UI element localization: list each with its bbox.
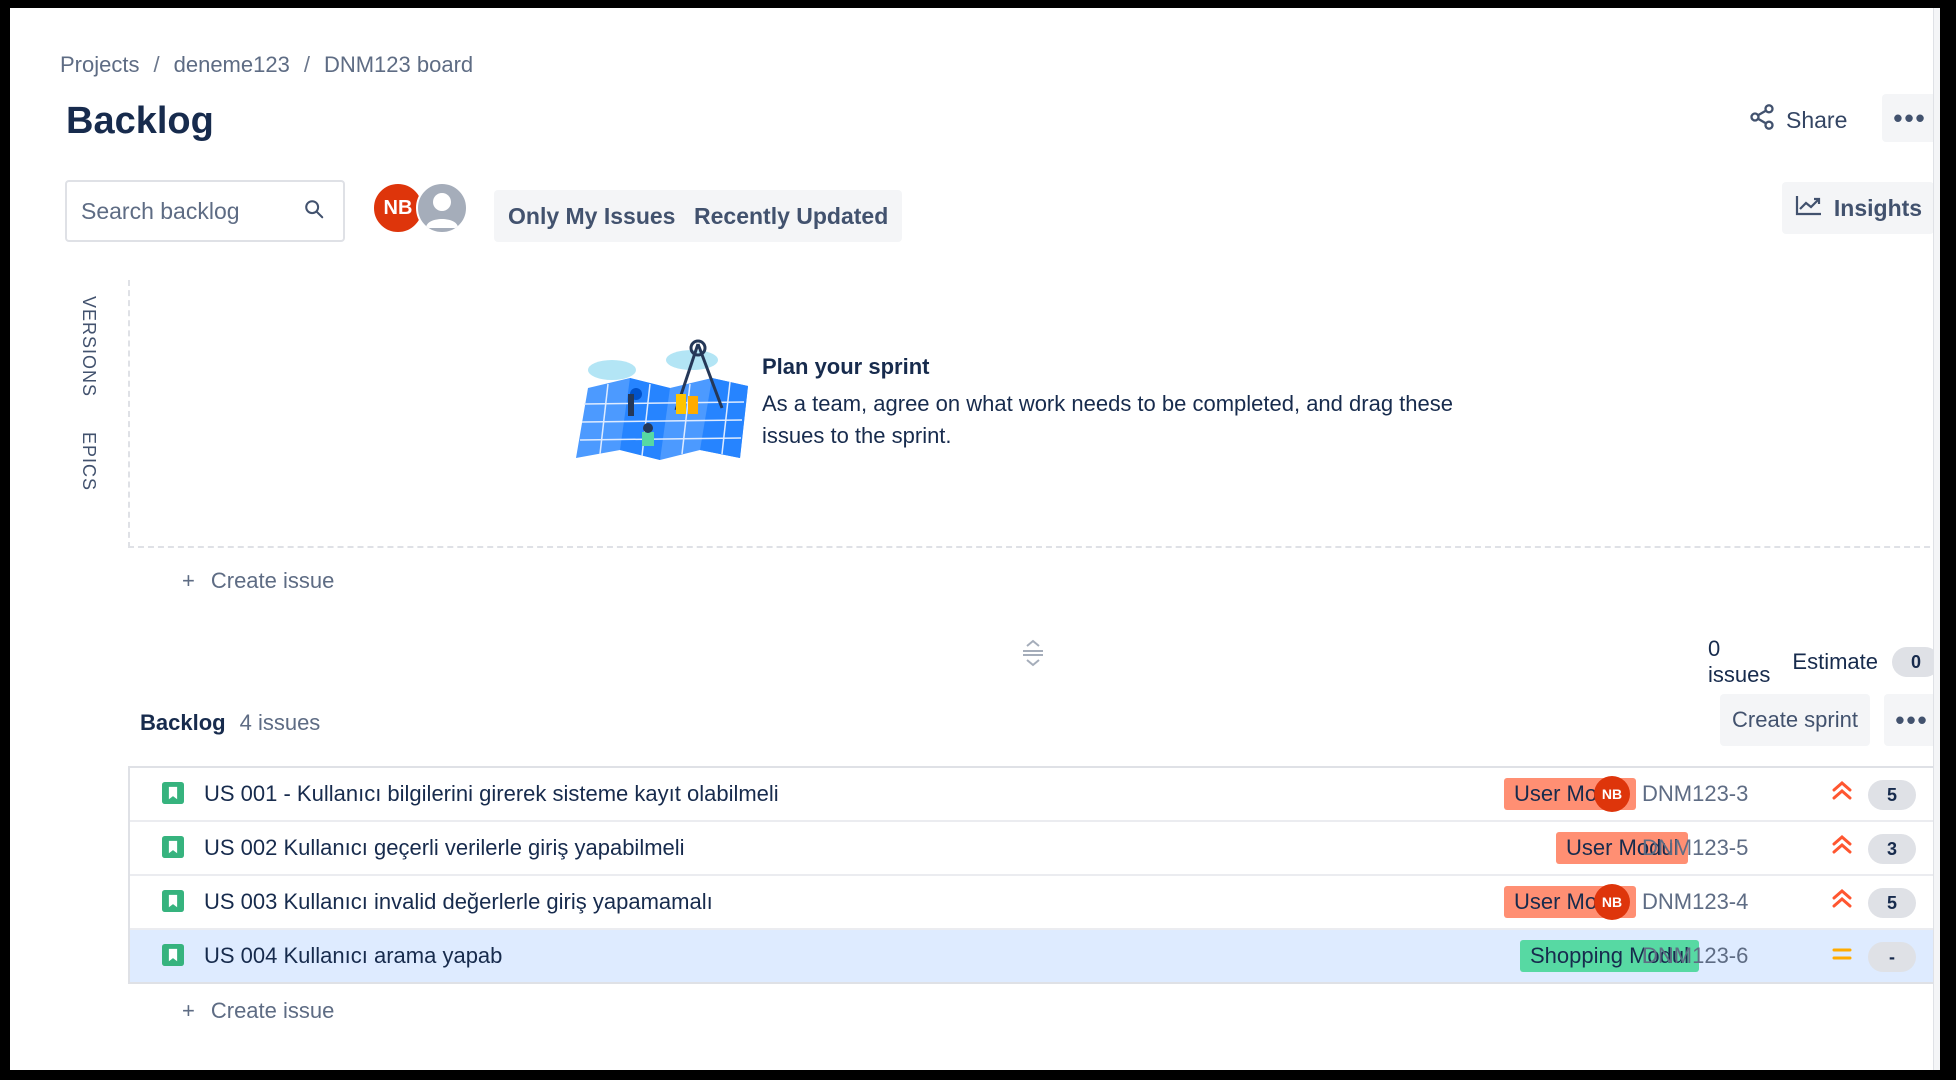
estimate-badge: 5 [1868, 888, 1916, 918]
story-icon [162, 836, 184, 858]
issue-key[interactable]: DNM123-5 [1642, 835, 1748, 861]
estimate-badge: 3 [1868, 834, 1916, 864]
plan-sprint-illustration [572, 334, 752, 466]
create-issue-label: Create issue [210, 568, 335, 593]
insights-label: Insights [1833, 194, 1923, 221]
backlog-create-issue-button[interactable]: + Create issue [182, 998, 334, 1024]
estimate-badge: 5 [1868, 780, 1916, 810]
assignee-avatar[interactable]: NB [1594, 884, 1630, 920]
backlog-issue-count: 4 issues [239, 710, 321, 735]
issue-key[interactable]: DNM123-6 [1642, 943, 1748, 969]
issue-key[interactable]: DNM123-3 [1642, 781, 1748, 807]
breadcrumb: Projects / deneme123 / DNM123 board [60, 52, 473, 78]
search-box [65, 180, 345, 242]
resize-handle-icon[interactable] [1020, 638, 1046, 675]
table-row[interactable]: US 002 Kullanıcı geçerli verilerle giriş… [130, 822, 1940, 876]
backlog-more-button[interactable]: ••• [1884, 694, 1940, 746]
table-row[interactable]: US 003 Kullanıcı invalid değerlerle giri… [130, 876, 1940, 930]
scrollbar[interactable] [1933, 8, 1940, 1070]
more-actions-button[interactable]: ••• [1882, 94, 1938, 142]
create-sprint-button[interactable]: Create sprint [1720, 694, 1870, 746]
chart-line-icon [1794, 193, 1824, 223]
breadcrumb-separator: / [153, 52, 160, 77]
jira-backlog-page: Projects / deneme123 / DNM123 board Back… [10, 8, 1940, 1070]
unassigned-avatar-filter[interactable] [416, 182, 468, 234]
page-title: Backlog [66, 100, 214, 142]
sprint-stats: 0 issues Estimate 0 [1708, 636, 1940, 688]
backlog-title: Backlog [140, 710, 226, 735]
table-row[interactable]: US 004 Kullanıcı arama yapab Shopping Mo… [130, 930, 1940, 982]
share-button[interactable]: Share [1748, 100, 1847, 140]
issue-key[interactable]: DNM123-4 [1642, 889, 1748, 915]
priority-medium-icon [1832, 948, 1852, 960]
backlog-header: Backlog 4 issues [140, 710, 320, 736]
sprint-estimate-label: Estimate [1792, 649, 1878, 674]
plan-sprint-title: Plan your sprint [762, 354, 930, 379]
insights-button[interactable]: Insights [1782, 182, 1934, 234]
share-icon [1748, 103, 1776, 137]
breadcrumb-separator: / [303, 52, 310, 77]
priority-high-icon [1832, 835, 1852, 854]
story-icon [162, 782, 184, 804]
breadcrumb-project[interactable]: deneme123 [174, 52, 290, 78]
backlog-issue-list: US 001 - Kullanıcı bilgilerini girerek s… [128, 766, 1940, 984]
priority-high-icon [1832, 781, 1852, 800]
recently-updated-filter[interactable]: Recently Updated [680, 190, 903, 242]
table-row[interactable]: US 001 - Kullanıcı bilgilerini girerek s… [130, 768, 1940, 822]
breadcrumb-board[interactable]: DNM123 board [324, 52, 473, 78]
issue-summary[interactable]: US 004 Kullanıcı arama yapab [204, 943, 502, 969]
versions-tab[interactable]: VERSIONS [78, 296, 99, 397]
priority-high-icon [1832, 889, 1852, 908]
user-icon [426, 193, 458, 228]
issue-summary[interactable]: US 001 - Kullanıcı bilgilerini girerek s… [204, 781, 779, 807]
issue-summary[interactable]: US 002 Kullanıcı geçerli verilerle giriş… [204, 835, 685, 861]
search-icon[interactable] [303, 198, 325, 225]
plus-icon: + [182, 998, 195, 1023]
story-icon [162, 944, 184, 966]
issue-summary[interactable]: US 003 Kullanıcı invalid değerlerle giri… [204, 889, 713, 915]
plus-icon: + [182, 568, 195, 593]
estimate-badge: - [1868, 942, 1916, 972]
breadcrumb-projects[interactable]: Projects [60, 52, 139, 78]
search-input[interactable] [79, 196, 303, 226]
story-icon [162, 890, 184, 912]
share-label: Share [1786, 106, 1848, 133]
epics-tab[interactable]: EPICS [78, 432, 99, 491]
only-my-issues-filter[interactable]: Only My Issues [494, 190, 690, 242]
assignee-avatar[interactable]: NB [1594, 776, 1630, 812]
sprint-create-issue-button[interactable]: + Create issue [182, 568, 334, 594]
create-issue-label: Create issue [210, 998, 335, 1023]
sprint-issues-count: 0 issues [1708, 636, 1771, 687]
plan-sprint-description: As a team, agree on what work needs to b… [762, 391, 1453, 448]
